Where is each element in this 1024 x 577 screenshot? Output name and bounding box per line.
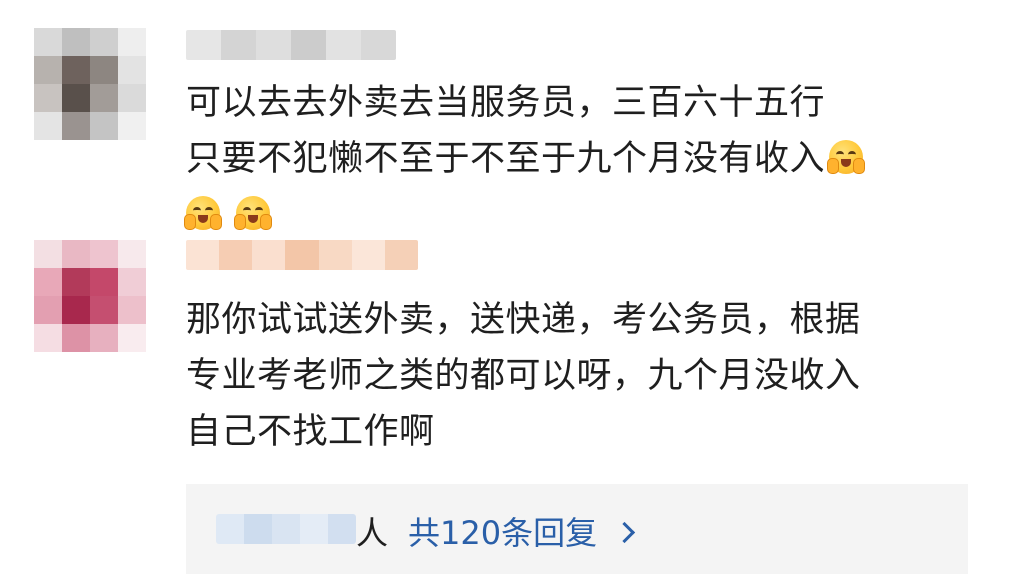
avatar[interactable] bbox=[34, 240, 146, 352]
comment-body: 那你试试送外卖，送快递，考公务员，根据 专业考老师之类的都可以呀，九个月没收入 … bbox=[186, 292, 861, 460]
comment-body: 可以去去外卖去当服务员，三百六十五行 只要不犯懒不至于不至于九个月没有收入 bbox=[184, 75, 866, 243]
replies-person-suffix: 人 bbox=[356, 514, 389, 552]
comment-line: 自己不找工作啊 bbox=[186, 412, 435, 452]
comment-line: 只要不犯懒不至于不至于九个月没有收入 bbox=[186, 131, 866, 187]
chevron-right-icon[interactable] bbox=[613, 521, 636, 543]
comment-line: 那你试试送外卖，送快递，考公务员，根据 bbox=[186, 300, 861, 340]
username-blurred[interactable] bbox=[186, 30, 396, 60]
shy-smile-emoji-icon bbox=[184, 196, 222, 230]
shy-smile-emoji-icon bbox=[233, 196, 272, 230]
shy-smile-emoji-icon bbox=[827, 140, 866, 174]
view-replies-label[interactable]: 共120条回复 bbox=[408, 508, 597, 554]
comment-line-text: 只要不犯懒不至于不至于九个月没有收入 bbox=[186, 139, 826, 179]
username-blurred[interactable] bbox=[186, 240, 418, 270]
view-replies-link[interactable]: 共120条回复 bbox=[408, 508, 636, 554]
replies-summary[interactable]: 人 共120条回复 bbox=[186, 484, 968, 574]
avatar[interactable] bbox=[34, 28, 146, 140]
emoji-row bbox=[184, 187, 863, 243]
replier-names-blurred bbox=[216, 514, 356, 544]
comment-line: 可以去去外卖去当服务员，三百六十五行 bbox=[186, 83, 826, 123]
comment-thread: 可以去去外卖去当服务员，三百六十五行 只要不犯懒不至于不至于九个月没有收入 那你… bbox=[0, 0, 1024, 577]
comment-line: 专业考老师之类的都可以呀，九个月没收入 bbox=[186, 356, 861, 396]
